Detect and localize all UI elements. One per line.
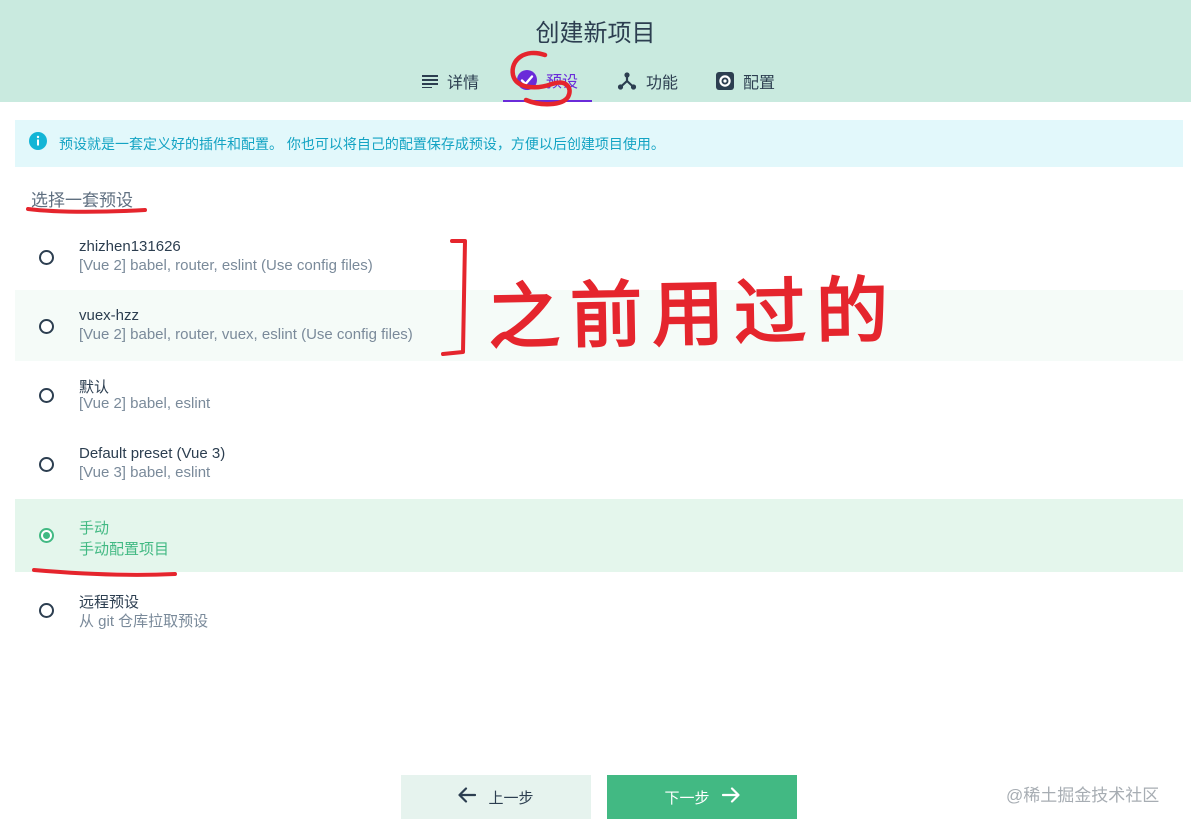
preset-name: 手动 — [79, 520, 110, 537]
preset-item[interactable]: 远程预设 从 git 仓库拉取预设 — [15, 574, 1183, 645]
radio-button[interactable] — [39, 250, 54, 265]
preset-description: [Vue 2] babel, eslint — [79, 395, 211, 412]
gear-icon — [716, 72, 734, 90]
list-icon — [422, 74, 438, 88]
preset-description: [Vue 3] babel, eslint — [79, 464, 211, 481]
tab-label: 预设 — [546, 74, 579, 91]
preset-description: 手动配置项目 — [79, 541, 170, 558]
preset-description: 从 git 仓库拉取预设 — [79, 613, 209, 630]
preset-description: [Vue 2] babel, router, eslint (Use confi… — [79, 257, 373, 274]
info-icon — [29, 132, 47, 155]
branch-icon — [617, 71, 637, 91]
page: 创建新项目 详情 预设 功能 配置 预设就是一套定义好的插件和配置。 你也可以将… — [0, 0, 1191, 824]
preset-item[interactable]: Default preset (Vue 3) [Vue 3] babel, es… — [15, 428, 1183, 499]
info-text: 预设就是一套定义好的插件和配置。 你也可以将自己的配置保存成预设，方便以后创建项… — [59, 135, 665, 152]
preset-name: Default preset (Vue 3) — [79, 445, 226, 462]
handwritten-annotation: 之前用过的 — [487, 267, 899, 360]
info-banner: 预设就是一套定义好的插件和配置。 你也可以将自己的配置保存成预设，方便以后创建项… — [15, 120, 1183, 167]
tab-label: 配置 — [743, 75, 776, 92]
header: 创建新项目 详情 预设 功能 配置 — [0, 0, 1191, 102]
preset-item-selected[interactable]: 手动 手动配置项目 — [15, 499, 1183, 572]
tab-presets[interactable]: 预设 — [503, 66, 593, 102]
preset-name: 默认 — [79, 379, 110, 396]
radio-button[interactable] — [39, 457, 54, 472]
radio-button[interactable] — [39, 603, 54, 618]
page-title: 创建新项目 — [535, 20, 656, 47]
tab-config[interactable]: 配置 — [702, 66, 789, 102]
preset-description: [Vue 2] babel, router, vuex, eslint (Use… — [79, 326, 413, 343]
arrow-right-icon — [721, 787, 740, 807]
tab-label: 功能 — [646, 75, 679, 92]
section-title: 选择一套预设 — [31, 191, 133, 210]
previous-button-label: 上一步 — [488, 789, 534, 807]
radio-button[interactable] — [39, 319, 54, 334]
next-button-label: 下一步 — [664, 789, 710, 807]
arrow-left-icon — [458, 787, 477, 807]
next-button[interactable]: 下一步 — [607, 775, 797, 819]
preset-name: zhizhen131626 — [79, 238, 181, 255]
preset-name: vuex-hzz — [79, 307, 140, 324]
radio-button[interactable] — [39, 388, 54, 403]
previous-button[interactable]: 上一步 — [401, 775, 591, 819]
radio-button-selected[interactable] — [39, 528, 54, 543]
preset-item[interactable]: 默认 [Vue 2] babel, eslint — [15, 359, 1183, 430]
tab-details[interactable]: 详情 — [408, 66, 493, 102]
tab-features[interactable]: 功能 — [603, 66, 692, 102]
preset-name: 远程预设 — [79, 594, 140, 611]
tab-label: 详情 — [447, 75, 480, 92]
watermark: @稀土掘金技术社区 — [1006, 786, 1160, 805]
check-circle-icon — [517, 70, 537, 90]
